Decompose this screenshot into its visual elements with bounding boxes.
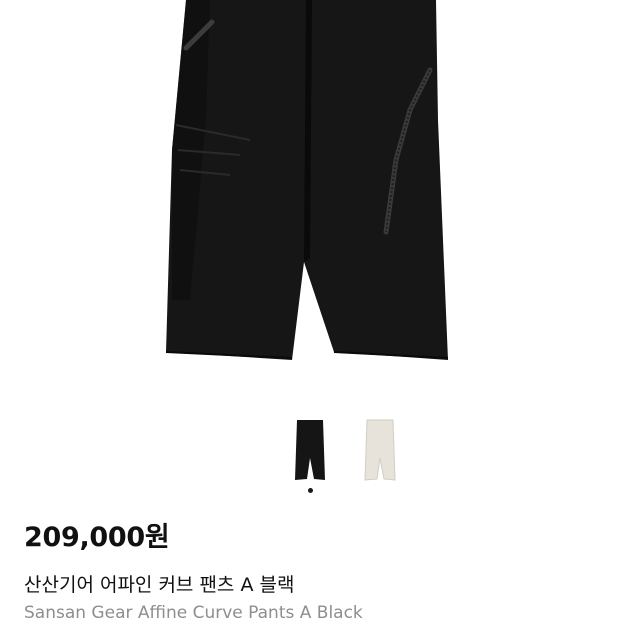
gallery-indicator-dot xyxy=(308,488,313,493)
pants-black-thumb xyxy=(295,420,325,480)
pants-black-image xyxy=(165,0,449,360)
thumbnail-ivory[interactable] xyxy=(355,418,405,488)
product-name-korean: 산산기어 어파인 커브 팬츠 A 블랙 xyxy=(24,574,295,596)
product-main-image[interactable] xyxy=(0,0,620,400)
product-price: 209,000원 xyxy=(24,522,170,553)
product-name-english: Sansan Gear Affine Curve Pants A Black xyxy=(24,603,363,623)
pants-ivory-thumb xyxy=(364,419,396,481)
thumbnail-black[interactable] xyxy=(285,418,335,488)
thumbnail-gallery xyxy=(0,418,620,498)
